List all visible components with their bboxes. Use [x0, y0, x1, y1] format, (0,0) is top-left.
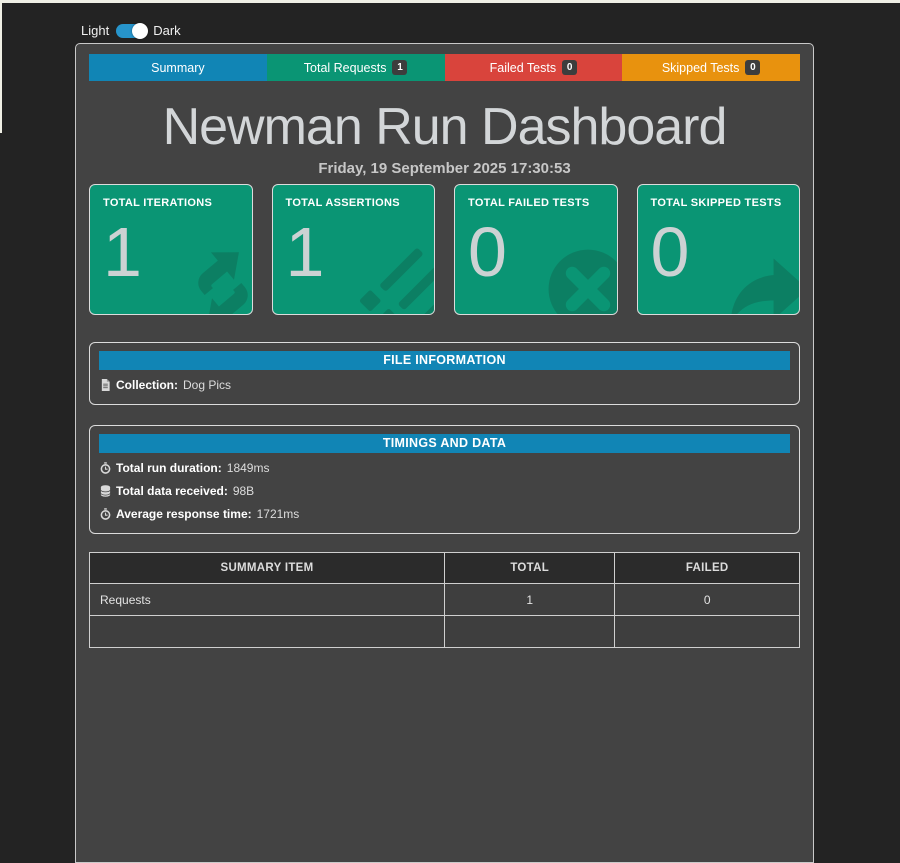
tab-label: Total Requests — [304, 61, 387, 75]
summary-table: SUMMARY ITEM TOTAL FAILED Requests 1 0 — [89, 552, 800, 648]
tab-badge: 1 — [392, 60, 407, 75]
tab-bar: Summary Total Requests 1 Failed Tests 0 … — [89, 54, 800, 81]
timing-line-data-received: Total data received: 98B — [100, 483, 790, 499]
tab-summary[interactable]: Summary — [89, 54, 267, 81]
window-top-edge — [0, 0, 900, 3]
collection-value: Dog Pics — [183, 377, 231, 393]
times-circle-icon — [545, 246, 618, 315]
dashboard-container: Summary Total Requests 1 Failed Tests 0 … — [75, 43, 814, 863]
table-row-partial — [90, 616, 800, 648]
cell-total: 1 — [445, 584, 615, 616]
tab-badge: 0 — [562, 60, 577, 75]
stat-card-total-failed-tests: TOTAL FAILED TESTS 0 — [454, 184, 618, 315]
column-header-total: TOTAL — [445, 553, 615, 584]
timing-label: Total data received: — [116, 483, 228, 499]
stat-card-total-skipped-tests: TOTAL SKIPPED TESTS 0 — [637, 184, 801, 315]
tab-skipped-tests[interactable]: Skipped Tests 0 — [622, 54, 800, 81]
theme-toggle: Light Dark — [81, 23, 181, 38]
theme-toggle-knob[interactable] — [132, 23, 148, 39]
tab-badge: 0 — [745, 60, 760, 75]
theme-toggle-switch[interactable] — [116, 24, 146, 38]
database-icon — [100, 485, 111, 497]
tab-label: Skipped Tests — [662, 61, 740, 75]
tab-total-requests[interactable]: Total Requests 1 — [267, 54, 445, 81]
stat-card-label: TOTAL ITERATIONS — [103, 197, 239, 209]
stat-card-label: TOTAL FAILED TESTS — [468, 197, 604, 209]
run-timestamp: Friday, 19 September 2025 17:30:53 — [76, 160, 813, 177]
summary-table-header-row: SUMMARY ITEM TOTAL FAILED — [90, 553, 800, 584]
stopwatch-icon — [100, 508, 111, 520]
timings-panel: TIMINGS AND DATA Total run duration: 184… — [89, 425, 800, 534]
stat-card-total-assertions: TOTAL ASSERTIONS 1 — [272, 184, 436, 315]
collection-line: Collection: Dog Pics — [100, 377, 790, 393]
stat-cards: TOTAL ITERATIONS 1 TOTAL ASSERTIONS 1 TO… — [89, 184, 800, 315]
file-icon — [100, 379, 111, 391]
theme-toggle-dark-label: Dark — [153, 23, 180, 38]
share-icon — [727, 246, 800, 315]
file-information-header: FILE INFORMATION — [99, 351, 790, 370]
window-left-edge — [0, 3, 2, 133]
timing-line-duration: Total run duration: 1849ms — [100, 460, 790, 476]
column-header-failed: FAILED — [615, 553, 800, 584]
collection-label: Collection: — [116, 377, 178, 393]
stat-card-total-iterations: TOTAL ITERATIONS 1 — [89, 184, 253, 315]
file-information-panel: FILE INFORMATION Collection: Dog Pics — [89, 342, 800, 405]
tab-label: Failed Tests — [490, 61, 556, 75]
cell-failed — [615, 616, 800, 648]
stat-card-label: TOTAL SKIPPED TESTS — [651, 197, 787, 209]
cell-failed: 0 — [615, 584, 800, 616]
timing-value: 98B — [233, 483, 254, 499]
timing-value: 1721ms — [257, 506, 300, 522]
timings-header: TIMINGS AND DATA — [99, 434, 790, 453]
stopwatch-icon — [100, 462, 111, 474]
tab-failed-tests[interactable]: Failed Tests 0 — [445, 54, 623, 81]
timing-label: Total run duration: — [116, 460, 222, 476]
timing-value: 1849ms — [227, 460, 270, 476]
page-title: Newman Run Dashboard — [76, 96, 813, 158]
cell-total — [445, 616, 615, 648]
cell-item — [90, 616, 445, 648]
tab-label: Summary — [151, 61, 204, 75]
stat-card-label: TOTAL ASSERTIONS — [286, 197, 422, 209]
column-header-summary-item: SUMMARY ITEM — [90, 553, 445, 584]
timing-line-avg-response: Average response time: 1721ms — [100, 506, 790, 522]
table-row-requests: Requests 1 0 — [90, 584, 800, 616]
timing-label: Average response time: — [116, 506, 252, 522]
theme-toggle-light-label: Light — [81, 23, 109, 38]
cell-item: Requests — [90, 584, 445, 616]
